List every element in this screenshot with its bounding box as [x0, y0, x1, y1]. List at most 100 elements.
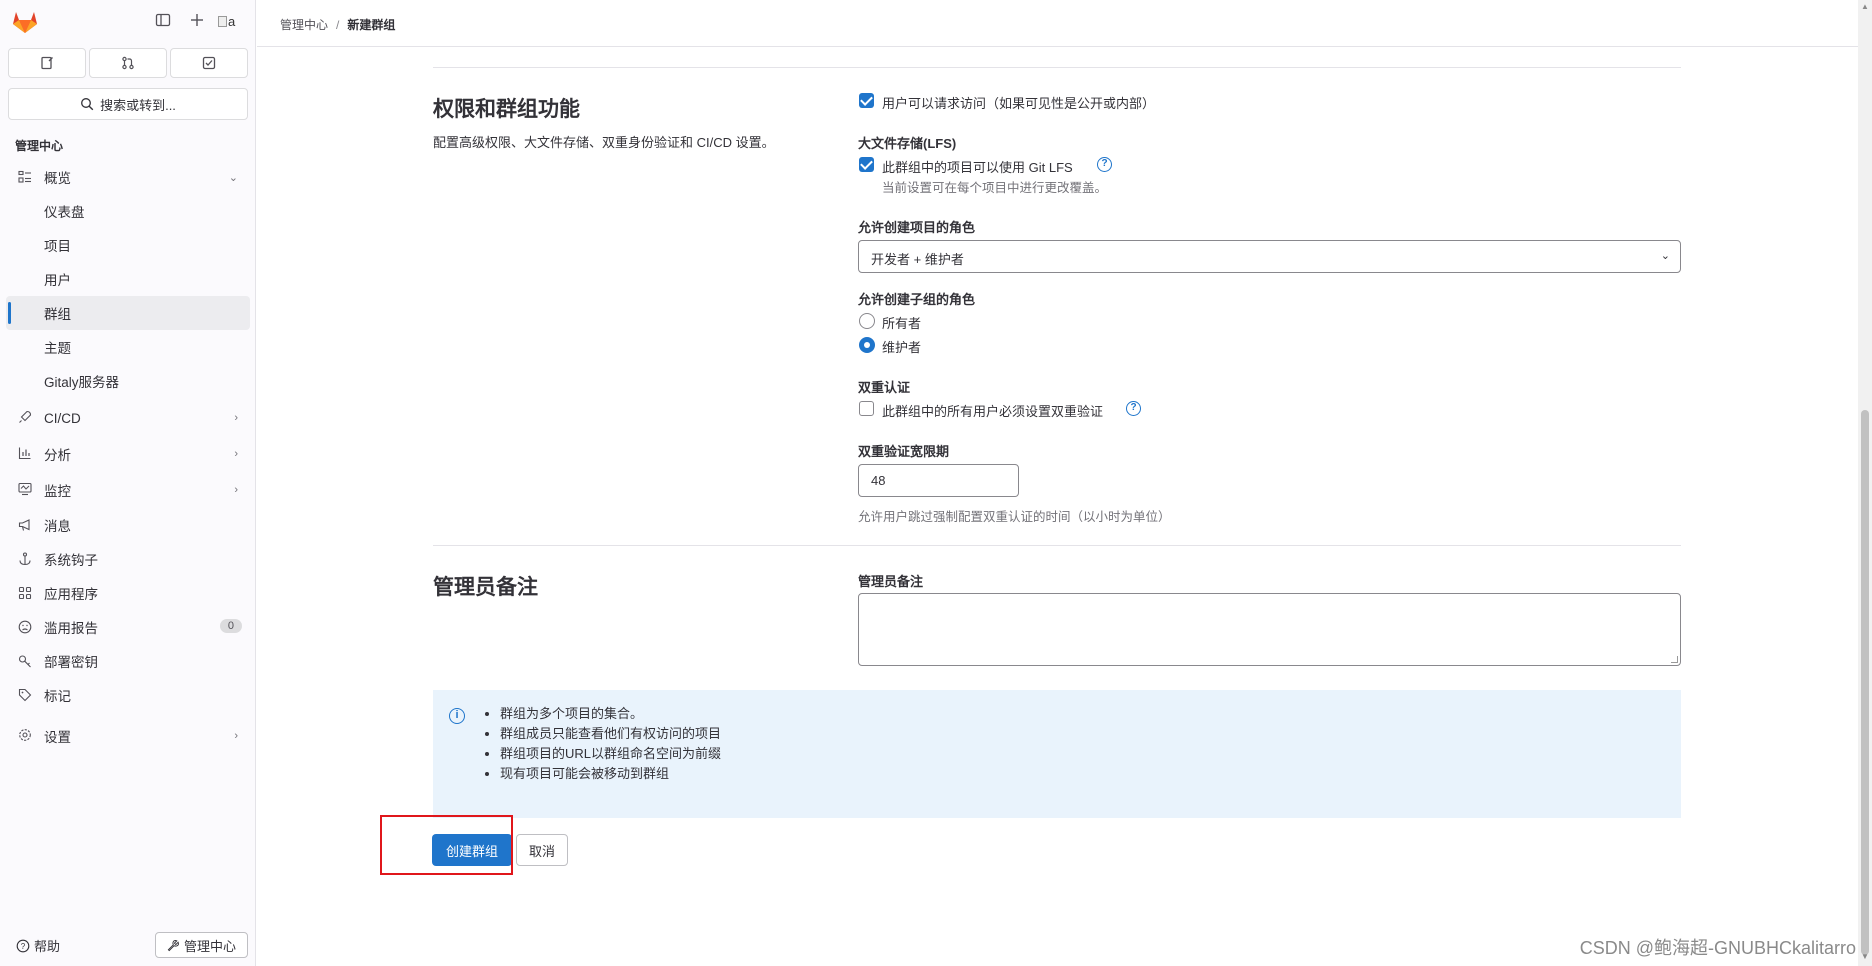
- sidebar-item-messages[interactable]: 消息: [6, 508, 250, 542]
- sidebar-item-abuse-reports[interactable]: 滥用报告 0: [6, 610, 250, 644]
- sidebar-item-topics[interactable]: 主题: [6, 330, 250, 364]
- sidebar-item-users[interactable]: 用户: [6, 262, 250, 296]
- request-access-label: 用户可以请求访问（如果可见性是公开或内部）: [882, 96, 1156, 111]
- sidebar-item-label: 应用程序: [44, 587, 98, 602]
- cancel-button[interactable]: 取消: [516, 834, 568, 866]
- chevron-right-icon: ›: [234, 448, 238, 460]
- sidebar-item-label: 设置: [44, 730, 71, 745]
- merge-requests-button[interactable]: [89, 48, 167, 78]
- monitor-icon: [16, 480, 34, 498]
- scroll-down-arrow-icon[interactable]: ▼: [1861, 952, 1869, 961]
- project-creation-select[interactable]: 开发者 + 维护者 ⌄: [858, 240, 1681, 273]
- sidebar-item-projects[interactable]: 项目: [6, 228, 250, 262]
- scrollbar-thumb[interactable]: [1861, 410, 1869, 955]
- sidebar-item-label: 标记: [44, 689, 71, 704]
- subgroup-owner-label: 所有者: [882, 316, 922, 331]
- sidebar-item-groups[interactable]: 群组: [6, 296, 250, 330]
- key-icon: [16, 652, 34, 670]
- sidebar-item-label: 概览: [44, 171, 71, 186]
- project-creation-heading: 允许创建项目的角色: [858, 220, 976, 235]
- sidebar-header: a: [0, 0, 255, 44]
- admin-area-button[interactable]: 管理中心: [155, 932, 248, 958]
- list-item: 群组成员只能查看他们有权访问的项目: [500, 724, 721, 744]
- sidebar-item-system-hooks[interactable]: 系统钩子: [6, 542, 250, 576]
- admin-note-label: 管理员备注: [858, 574, 924, 589]
- todos-button[interactable]: [170, 48, 248, 78]
- merge-request-icon: [122, 56, 134, 70]
- count-badge: 0: [219, 619, 242, 633]
- two-factor-label: 此群组中的所有用户必须设置双重验证: [882, 404, 1104, 419]
- sidebar-item-cicd[interactable]: CI/CD ›: [6, 400, 250, 436]
- chevron-right-icon: ›: [234, 730, 238, 742]
- admin-note-textarea[interactable]: [858, 593, 1681, 666]
- sidebar-section-title: 管理中心: [15, 139, 64, 153]
- lfs-help-text: 当前设置可在每个项目中进行更改覆盖。: [882, 181, 1108, 195]
- sidebar-item-labels[interactable]: 标记: [6, 678, 250, 712]
- sidebar-item-label: 消息: [44, 519, 71, 534]
- information-icon: i: [449, 708, 465, 724]
- search-button[interactable]: 搜索或转到...: [8, 88, 248, 120]
- search-icon: [81, 98, 94, 111]
- plus-icon[interactable]: [187, 12, 207, 32]
- subgroup-maintainer-label: 维护者: [882, 340, 922, 355]
- issues-icon: [41, 56, 53, 70]
- page-scrollbar[interactable]: ▲ ▼: [1858, 0, 1872, 966]
- permissions-section-title: 权限和群组功能: [433, 98, 580, 121]
- sidebar-item-deploy-keys[interactable]: 部署密钥: [6, 644, 250, 678]
- sidebar-item-label: CI/CD: [44, 410, 81, 426]
- lfs-heading: 大文件存储(LFS): [858, 136, 957, 151]
- subgroup-maintainer-radio[interactable]: [859, 337, 875, 353]
- list-item: 群组为多个项目的集合。: [500, 704, 721, 724]
- sidebar-footer: ? 帮助 管理中心: [0, 932, 256, 960]
- label-icon: [16, 686, 34, 704]
- breadcrumb: 管理中心 / 新建群组: [280, 16, 395, 33]
- anchor-icon: [16, 550, 34, 568]
- breadcrumb-admin-link[interactable]: 管理中心: [280, 18, 328, 32]
- abuse-icon: [16, 618, 34, 636]
- scroll-up-arrow-icon[interactable]: ▲: [1861, 2, 1869, 11]
- section-divider: [433, 67, 1681, 68]
- info-alert: i 群组为多个项目的集合。 群组成员只能查看他们有权访问的项目 群组项目的URL…: [433, 690, 1681, 818]
- chevron-right-icon: ›: [234, 412, 238, 424]
- grace-period-input[interactable]: 48: [858, 464, 1019, 497]
- subgroup-owner-radio[interactable]: [859, 313, 875, 329]
- apps-icon: [16, 584, 34, 602]
- help-icon: ?: [16, 939, 30, 952]
- breadcrumb-separator: /: [336, 18, 340, 32]
- breadcrumb-current[interactable]: 新建群组: [347, 18, 395, 32]
- sidebar-item-applications[interactable]: 应用程序: [6, 576, 250, 610]
- gitlab-logo-icon[interactable]: [12, 10, 38, 34]
- request-access-checkbox[interactable]: [859, 93, 874, 108]
- chevron-down-icon: ⌄: [228, 171, 238, 184]
- two-factor-checkbox[interactable]: [859, 401, 874, 416]
- admin-area-label: 管理中心: [183, 938, 236, 954]
- sidebar-item-overview[interactable]: 概览 ⌄: [6, 160, 250, 194]
- lfs-checkbox[interactable]: [859, 157, 874, 172]
- list-item: 群组项目的URL以群组命名空间为前缀: [500, 744, 721, 764]
- two-factor-heading: 双重认证: [858, 380, 911, 395]
- todo-icon: [202, 56, 216, 70]
- sidebar-item-label: 部署密钥: [44, 655, 98, 670]
- grace-period-help-text: 允许用户跳过强制配置双重认证的时间（以小时为单位）: [858, 510, 1171, 524]
- issues-button[interactable]: [8, 48, 86, 78]
- sidebar-item-settings[interactable]: 设置 ›: [6, 718, 250, 754]
- help-button[interactable]: ? 帮助: [16, 936, 60, 955]
- wrench-icon: [167, 939, 179, 951]
- sidebar-item-monitoring[interactable]: 监控 ›: [6, 472, 250, 508]
- permissions-section-description: 配置高级权限、大文件存储、双重身份验证和 CI/CD 设置。: [433, 135, 775, 150]
- sidebar-item-dashboard[interactable]: 仪表盘: [6, 194, 250, 228]
- sidebar-quick-buttons: [8, 48, 248, 78]
- sidebar-item-analytics[interactable]: 分析 ›: [6, 436, 250, 472]
- avatar[interactable]: a: [218, 11, 244, 33]
- two-factor-help-icon[interactable]: ?: [1126, 401, 1141, 416]
- bullhorn-icon: [16, 516, 34, 534]
- svg-text:?: ?: [21, 942, 26, 951]
- list-item: 现有项目可能会被移动到群组: [500, 764, 721, 784]
- admin-note-section-title: 管理员备注: [433, 576, 538, 599]
- lfs-label: 此群组中的项目可以使用 Git LFS: [882, 160, 1073, 175]
- sidebar-nav: 概览 ⌄ 仪表盘 项目 用户 群组 主题 Gitaly服务器 CI/CD › 分…: [0, 160, 256, 754]
- sidebar-toggle-icon[interactable]: [153, 12, 173, 32]
- sidebar-item-gitaly-servers[interactable]: Gitaly服务器: [6, 364, 250, 398]
- lfs-help-icon[interactable]: ?: [1097, 157, 1112, 172]
- info-list: 群组为多个项目的集合。 群组成员只能查看他们有权访问的项目 群组项目的URL以群…: [486, 704, 721, 784]
